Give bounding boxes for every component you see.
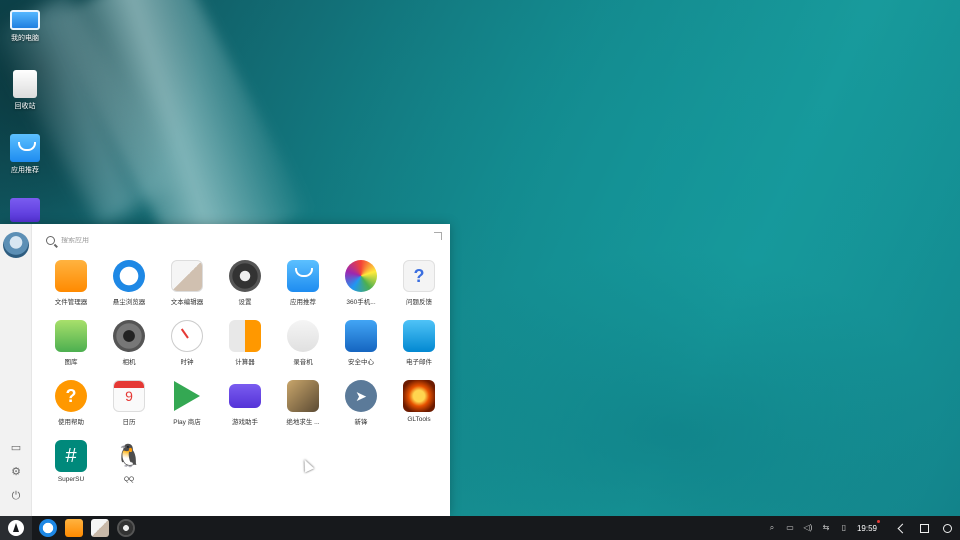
search-input[interactable] bbox=[61, 236, 421, 244]
navigation-buttons bbox=[897, 523, 952, 533]
recent-apps-icon[interactable] bbox=[920, 523, 929, 533]
app-gltools[interactable]: GLTools bbox=[390, 380, 448, 440]
app-telegram[interactable]: ➤ 新锋 bbox=[332, 380, 390, 440]
calculator-icon bbox=[229, 320, 261, 352]
game-keyboard-icon bbox=[10, 198, 40, 222]
files-icon[interactable]: ▭ bbox=[8, 440, 24, 456]
taskbar: ⌕ ▭ ◁) ⇆ ▯ 19:59 bbox=[0, 516, 960, 540]
expand-icon[interactable] bbox=[434, 232, 442, 240]
app-calendar[interactable]: 9 日历 bbox=[100, 380, 158, 440]
game-keyboard-icon bbox=[229, 384, 261, 408]
desktop-icon-app-store[interactable]: 应用推荐 bbox=[0, 134, 50, 175]
user-avatar-icon[interactable] bbox=[3, 232, 29, 258]
browser-icon bbox=[113, 260, 145, 292]
app-360[interactable]: 360手机... bbox=[332, 260, 390, 320]
app-browser[interactable]: 悬尘浏览器 bbox=[100, 260, 158, 320]
app-supersu[interactable]: # SuperSU bbox=[42, 440, 100, 500]
app-calculator[interactable]: 计算器 bbox=[216, 320, 274, 380]
recycle-bin-icon bbox=[13, 70, 37, 98]
app-pubg[interactable]: 绝地求生 ... bbox=[274, 380, 332, 440]
app-help[interactable]: ? 使用帮助 bbox=[42, 380, 100, 440]
app-gallery[interactable]: 图库 bbox=[42, 320, 100, 380]
help-icon: ? bbox=[55, 380, 87, 412]
search-icon[interactable]: ⌕ bbox=[767, 523, 777, 533]
app-recorder[interactable]: 录音机 bbox=[274, 320, 332, 380]
file-manager-icon bbox=[55, 260, 87, 292]
taskbar-text-editor-icon[interactable] bbox=[91, 519, 109, 537]
recorder-icon bbox=[287, 320, 319, 352]
desktop-icon-label: 回收站 bbox=[14, 103, 36, 110]
feedback-icon: ? bbox=[403, 260, 435, 292]
taskbar-file-manager-icon[interactable] bbox=[65, 519, 83, 537]
desktop-icon-game-keyboard[interactable] bbox=[0, 198, 50, 225]
clock-time[interactable]: 19:59 bbox=[857, 519, 881, 533]
start-button[interactable] bbox=[0, 516, 32, 540]
app-feedback[interactable]: ? 问题反馈 bbox=[390, 260, 448, 320]
power-icon[interactable]: ⏻ bbox=[8, 488, 24, 504]
desktop-icon-label: 我的电脑 bbox=[11, 35, 39, 42]
desktop-icon-recycle-bin[interactable]: 回收站 bbox=[0, 70, 50, 111]
settings-icon[interactable]: ⚙ bbox=[8, 464, 24, 480]
gltools-icon bbox=[403, 380, 435, 412]
app-play-store[interactable]: Play 商店 bbox=[158, 380, 216, 440]
telegram-icon: ➤ bbox=[345, 380, 377, 412]
app-settings[interactable]: 设置 bbox=[216, 260, 274, 320]
system-tray: ⌕ ▭ ◁) ⇆ ▯ 19:59 bbox=[767, 516, 960, 540]
battery-icon[interactable]: ▯ bbox=[839, 523, 849, 533]
gallery-icon bbox=[55, 320, 87, 352]
app-email[interactable]: 电子邮件 bbox=[390, 320, 448, 380]
settings-icon bbox=[229, 260, 261, 292]
qq-icon: 🐧 bbox=[115, 443, 143, 468]
network-icon[interactable]: ⇆ bbox=[821, 523, 831, 533]
volume-icon[interactable]: ◁) bbox=[803, 523, 813, 533]
pubg-icon bbox=[287, 380, 319, 412]
app-camera[interactable]: 相机 bbox=[100, 320, 158, 380]
supersu-icon: # bbox=[55, 440, 87, 472]
clock-icon bbox=[171, 320, 203, 352]
app-grid: 文件管理器 悬尘浏览器 文本编辑器 设置 应用推荐 360手机... ? 问题反… bbox=[42, 260, 442, 500]
taskbar-browser-icon[interactable] bbox=[39, 519, 57, 537]
app-app-store[interactable]: 应用推荐 bbox=[274, 260, 332, 320]
app-store-icon bbox=[10, 134, 40, 162]
email-icon bbox=[403, 320, 435, 352]
home-icon[interactable] bbox=[943, 523, 952, 533]
taskbar-settings-icon[interactable] bbox=[117, 519, 135, 537]
app-security-center[interactable]: 安全中心 bbox=[332, 320, 390, 380]
keyboard-icon[interactable]: ▭ bbox=[785, 523, 795, 533]
camera-icon bbox=[113, 320, 145, 352]
text-editor-icon bbox=[171, 260, 203, 292]
app-qq[interactable]: 🐧 QQ bbox=[100, 440, 158, 500]
360-icon bbox=[345, 260, 377, 292]
security-center-icon bbox=[345, 320, 377, 352]
app-game-assistant[interactable]: 游戏助手 bbox=[216, 380, 274, 440]
desktop-icon-label: 应用推荐 bbox=[11, 167, 39, 174]
calendar-icon: 9 bbox=[113, 380, 145, 412]
start-menu-sidebar: ▭ ⚙ ⏻ bbox=[0, 224, 32, 516]
app-text-editor[interactable]: 文本编辑器 bbox=[158, 260, 216, 320]
back-icon[interactable] bbox=[897, 523, 908, 533]
play-store-icon bbox=[171, 380, 203, 412]
app-clock[interactable]: 时钟 bbox=[158, 320, 216, 380]
start-menu: ▭ ⚙ ⏻ 文件管理器 悬尘浏览器 文本编辑器 设置 应用推荐 bbox=[0, 224, 450, 516]
app-store-icon bbox=[287, 260, 319, 292]
search-icon bbox=[46, 235, 55, 245]
search-bar bbox=[46, 232, 436, 248]
start-logo-icon bbox=[8, 520, 24, 536]
app-file-manager[interactable]: 文件管理器 bbox=[42, 260, 100, 320]
computer-icon bbox=[10, 10, 40, 30]
desktop-icon-my-computer[interactable]: 我的电脑 bbox=[0, 6, 50, 43]
